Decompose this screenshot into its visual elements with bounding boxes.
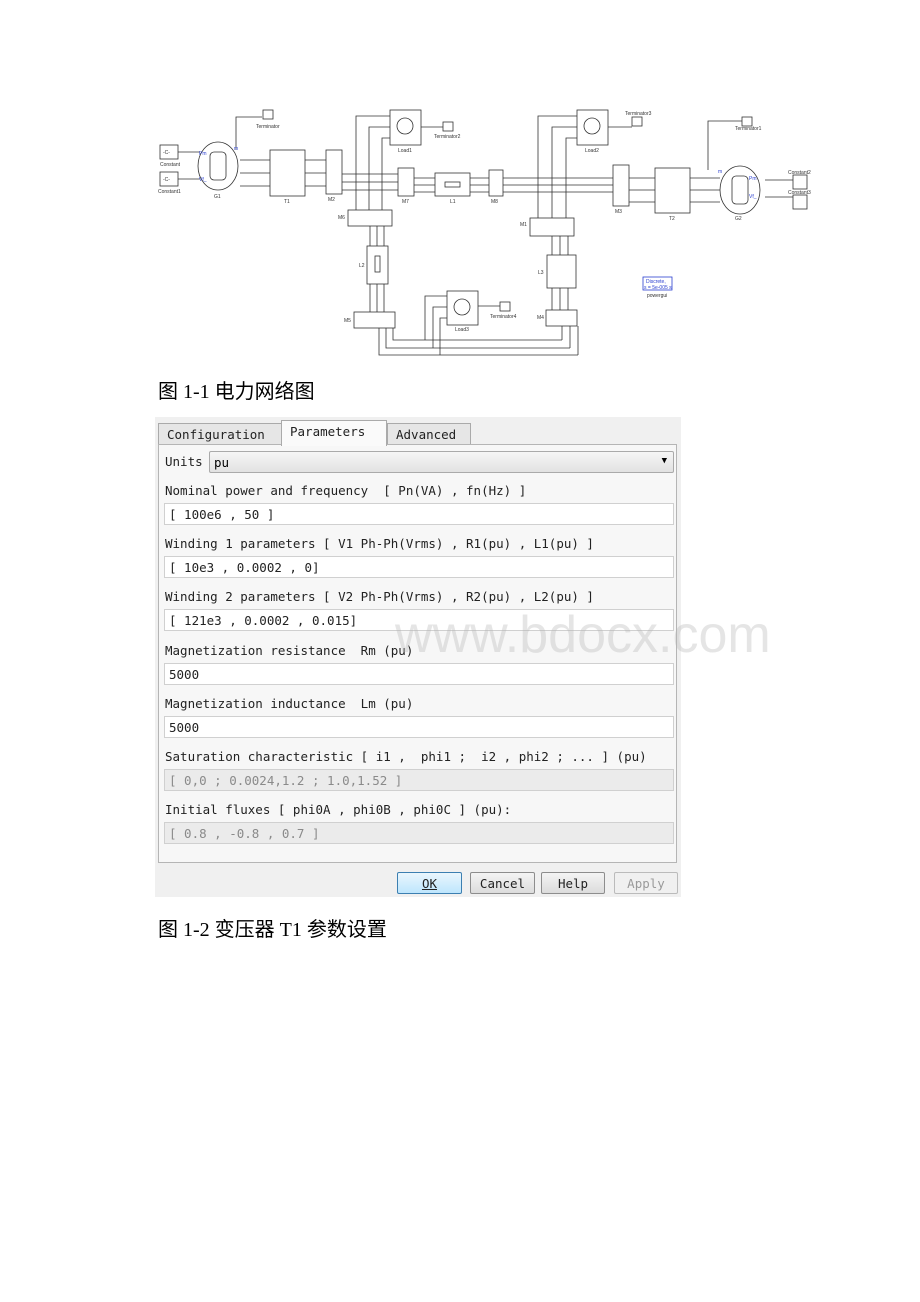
winding1-input[interactable]: [ 10e3 , 0.0002 , 0] — [164, 556, 674, 578]
initial-fluxes-input: [ 0.8 , -0.8 , 0.7 ] — [164, 822, 674, 844]
winding1-label: Winding 1 parameters [ V1 Ph-Ph(Vrms) , … — [165, 536, 594, 551]
label-terminator4: Terminator4 — [490, 314, 517, 320]
units-label: Units — [165, 454, 203, 469]
label-load3: Load3 — [455, 327, 469, 333]
initial-fluxes-label: Initial fluxes [ phi0A , phi0B , phi0C ]… — [165, 802, 512, 817]
g2-m: m — [718, 169, 722, 175]
label-constant1: Constant1 — [158, 189, 181, 195]
label-g1: G1 — [214, 194, 221, 200]
label-m1: M1 — [520, 222, 527, 228]
label-m8: M8 — [491, 199, 498, 205]
g1-vf: Vf_ — [199, 177, 207, 183]
label-m5: M5 — [344, 318, 351, 324]
saturation-input: [ 0,0 ; 0.0024,1.2 ; 1.0,1.52 ] — [164, 769, 674, 791]
cancel-button[interactable]: Cancel — [470, 872, 535, 894]
label-terminator1: Terminator1 — [735, 126, 762, 132]
lm-input[interactable]: 5000 — [164, 716, 674, 738]
units-select[interactable]: pu ▼ — [209, 451, 674, 473]
label-load2: Load2 — [585, 148, 599, 154]
label-m7: M7 — [402, 199, 409, 205]
label-terminator2: Terminator2 — [434, 134, 461, 140]
lm-label: Magnetization inductance Lm (pu) — [165, 696, 414, 711]
power-network-diagram: Constant -C- Constant1 -C- Pm Vf_ G1 Ter… — [158, 109, 811, 356]
tab-configuration[interactable]: Configuration — [158, 423, 282, 445]
figure-caption-1: 图 1-1 电力网络图 — [158, 381, 315, 403]
winding2-input[interactable]: [ 121e3 , 0.0002 , 0.015] — [164, 609, 674, 631]
constant-value: -C- — [163, 150, 170, 156]
chevron-down-icon: ▼ — [661, 456, 667, 466]
nominal-power-input[interactable]: [ 100e6 , 50 ] — [164, 503, 674, 525]
help-button[interactable]: Help — [541, 872, 605, 894]
label-l3: L3 — [538, 270, 544, 276]
label-constant2: Constant2 — [788, 170, 811, 176]
tab-parameters[interactable]: Parameters — [281, 420, 387, 446]
label-terminator: Terminator — [256, 124, 280, 130]
powergui-step: s = 5e-005 s — [644, 285, 672, 291]
parameters-panel: Units pu ▼ Nominal power and frequency [ … — [158, 444, 677, 863]
units-value: pu — [214, 455, 230, 470]
label-m6: M6 — [338, 215, 345, 221]
label-t1: T1 — [284, 199, 290, 205]
apply-button[interactable]: Apply — [614, 872, 678, 894]
g1-pm: Pm — [199, 151, 207, 157]
tab-advanced[interactable]: Advanced — [387, 423, 471, 445]
label-load1: Load1 — [398, 148, 412, 154]
saturation-label: Saturation characteristic [ i1 , phi1 ; … — [165, 749, 647, 764]
g2-pm: Pm — [749, 176, 757, 182]
nominal-power-label: Nominal power and frequency [ Pn(VA) , f… — [165, 483, 527, 498]
label-l2: L2 — [359, 263, 365, 269]
ok-button[interactable]: OK — [397, 872, 462, 894]
transformer-parameters-dialog: Configuration Parameters Advanced Units … — [155, 417, 681, 897]
winding2-label: Winding 2 parameters [ V2 Ph-Ph(Vrms) , … — [165, 589, 594, 604]
figure-caption-2: 图 1-2 变压器 T1 参数设置 — [158, 919, 387, 941]
label-constant: Constant — [160, 162, 181, 168]
rm-label: Magnetization resistance Rm (pu) — [165, 643, 414, 658]
constant1-value: -C- — [163, 177, 170, 183]
label-m2: M2 — [328, 197, 335, 203]
label-g2: G2 — [735, 216, 742, 222]
g1-m: m — [234, 146, 238, 152]
label-terminator3: Terminator3 — [625, 111, 652, 117]
label-m3: M3 — [615, 209, 622, 215]
label-l1: L1 — [450, 199, 456, 205]
rm-input[interactable]: 5000 — [164, 663, 674, 685]
label-m4: M4 — [537, 315, 544, 321]
g2-vf: Vf_ — [749, 194, 757, 200]
label-constant3: Constant3 — [788, 190, 811, 196]
label-t2: T2 — [669, 216, 675, 222]
label-powergui: powergui — [647, 293, 667, 299]
